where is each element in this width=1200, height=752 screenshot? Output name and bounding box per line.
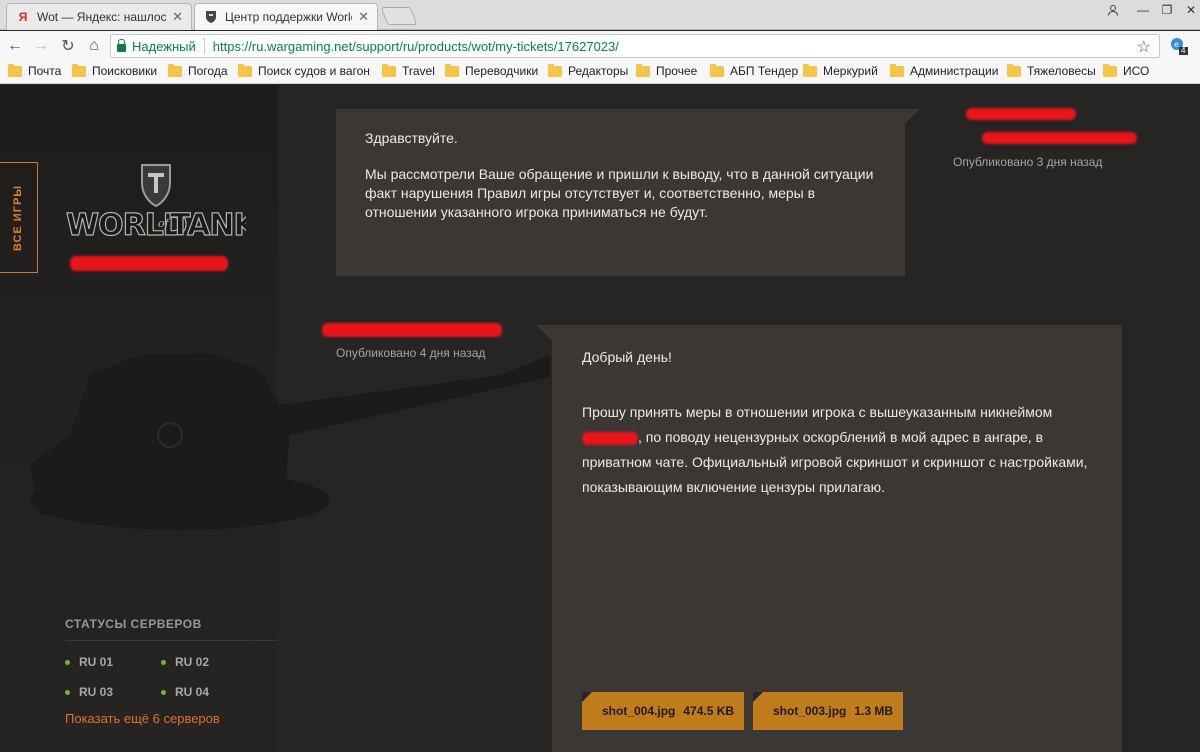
- bookmark-star-icon[interactable]: ☆: [1137, 37, 1151, 57]
- server-ru01: RU 01: [65, 655, 113, 669]
- status-dot: [65, 689, 70, 695]
- server-status-title: СТАТУСЫ СЕРВЕРОВ: [65, 617, 202, 631]
- tab-title: Wot — Яндекс: нашлось: [37, 10, 167, 24]
- bookmark-item[interactable]: Переводчики: [445, 63, 538, 78]
- support-reply-body: Мы рассмотрели Ваше обращение и пришли к…: [365, 166, 874, 220]
- attachment-shot-003[interactable]: shot_003.jpg 1.3 MB: [753, 692, 904, 730]
- attachment-name: shot_003.jpg: [773, 704, 847, 718]
- browser-tabstrip: Я Wot — Яндекс: нашлось ✕ Центр поддержк…: [0, 0, 1200, 30]
- user-icon[interactable]: [1098, 0, 1128, 20]
- bookmark-item[interactable]: Travel: [382, 63, 435, 78]
- browser-toolbar: ← → ↻ ⌂ Надежный https://ru.wargaming.ne…: [0, 31, 1200, 60]
- folder-icon: [382, 63, 396, 77]
- support-reply-date: Опубликовано 3 дня назад: [953, 155, 1103, 169]
- attachment-shot-004[interactable]: shot_004.jpg 474.5 KB: [582, 692, 745, 730]
- divider: [203, 38, 205, 54]
- status-dot: [65, 659, 70, 665]
- all-games-tab[interactable]: ВСЕ ИГРЫ: [0, 162, 38, 273]
- tab-support[interactable]: Центр поддержки World ✕: [194, 3, 378, 30]
- reload-icon[interactable]: ↻: [57, 35, 79, 57]
- status-dot: [161, 689, 166, 695]
- bookmark-item[interactable]: ИСО: [1103, 63, 1149, 78]
- wot-icon: [203, 9, 219, 25]
- redacted-author: [322, 323, 502, 337]
- bookmark-item[interactable]: АБП Тендер: [710, 63, 798, 78]
- lock-icon: [117, 39, 126, 52]
- bookmark-item[interactable]: Поисковики: [72, 63, 157, 78]
- user-message-body: Прошу принять меры в отношении игрока с …: [582, 404, 1088, 495]
- server-ru04: RU 04: [161, 685, 209, 699]
- svg-text:TANKS: TANKS: [170, 208, 246, 243]
- folder-icon: [890, 63, 904, 77]
- bookmark-item[interactable]: Меркурий: [803, 63, 878, 78]
- url-text[interactable]: https://ru.wargaming.net/support/ru/prod…: [213, 39, 619, 54]
- world-of-tanks-logo: WORLD TANKS of: [66, 164, 246, 244]
- folder-icon: [445, 63, 459, 77]
- folder-icon: [803, 63, 817, 77]
- folder-icon: [1007, 63, 1021, 77]
- redacted-nickname: [582, 431, 638, 445]
- user-message-bubble: [552, 325, 1122, 752]
- folder-icon: [1103, 63, 1117, 77]
- bookmark-item[interactable]: Поиск судов и вагон: [238, 64, 370, 78]
- redacted-username: [70, 256, 228, 271]
- security-label: Надежный: [132, 38, 196, 54]
- bookmark-item[interactable]: Тяжеловесы: [1007, 63, 1096, 78]
- user-message-greeting: Добрый день!: [582, 349, 672, 365]
- bubble-tail: [536, 325, 552, 341]
- server-ru02: RU 02: [161, 655, 209, 669]
- folder-icon: [710, 63, 724, 77]
- attachment-size: 1.3 MB: [854, 704, 894, 718]
- bookmark-item[interactable]: Прочее: [636, 63, 697, 78]
- tab-yandex[interactable]: Я Wot — Яндекс: нашлось ✕: [6, 3, 192, 30]
- redacted-author: [982, 132, 1137, 144]
- attachment-size: 474.5 KB: [683, 704, 735, 718]
- user-message-date: Опубликовано 4 дня назад: [336, 346, 486, 360]
- bubble-tail: [904, 109, 920, 125]
- folder-icon: [548, 63, 562, 77]
- tab-title: Центр поддержки World: [225, 10, 353, 24]
- home-icon[interactable]: ⌂: [83, 35, 105, 57]
- attachment-name: shot_004.jpg: [602, 704, 676, 718]
- svg-text:e: e: [1174, 40, 1179, 49]
- bookmark-item[interactable]: Администрации: [890, 63, 998, 78]
- folder-icon: [168, 63, 182, 77]
- bookmark-item[interactable]: Почта: [8, 63, 61, 78]
- close-icon[interactable]: ✕: [358, 9, 369, 25]
- back-icon[interactable]: ←: [4, 35, 26, 57]
- folder-icon: [72, 63, 86, 77]
- folder-icon: [636, 63, 650, 77]
- divider: [65, 640, 277, 641]
- show-more-servers-link[interactable]: Показать ещё 6 серверов: [65, 711, 220, 726]
- address-bar[interactable]: Надежный https://ru.wargaming.net/suppor…: [110, 34, 1160, 58]
- redacted-author: [966, 108, 1076, 120]
- yandex-icon: Я: [18, 10, 28, 24]
- forward-icon[interactable]: →: [30, 35, 52, 57]
- extension-badge: 4: [1181, 46, 1186, 55]
- close-icon[interactable]: ✕: [172, 9, 183, 25]
- new-tab-button[interactable]: [380, 7, 418, 25]
- close-window-button[interactable]: ✕: [1176, 0, 1200, 20]
- bookmark-item[interactable]: Редакторы: [548, 63, 628, 78]
- bookmarks-bar: Почта Поисковики Погода Поиск судов и ва…: [0, 60, 1200, 84]
- support-reply-greeting: Здравствуйте.: [365, 130, 458, 146]
- folder-icon: [8, 63, 22, 77]
- extension-icon[interactable]: e 4: [1168, 36, 1190, 56]
- status-dot: [161, 659, 166, 665]
- bookmark-item[interactable]: Погода: [168, 63, 228, 78]
- server-ru03: RU 03: [65, 685, 113, 699]
- folder-icon: [238, 64, 252, 77]
- support-page: ВСЕ ИГРЫ WORLD TANKS of СТАТУСЫ СЕРВЕРОВ…: [0, 85, 1200, 752]
